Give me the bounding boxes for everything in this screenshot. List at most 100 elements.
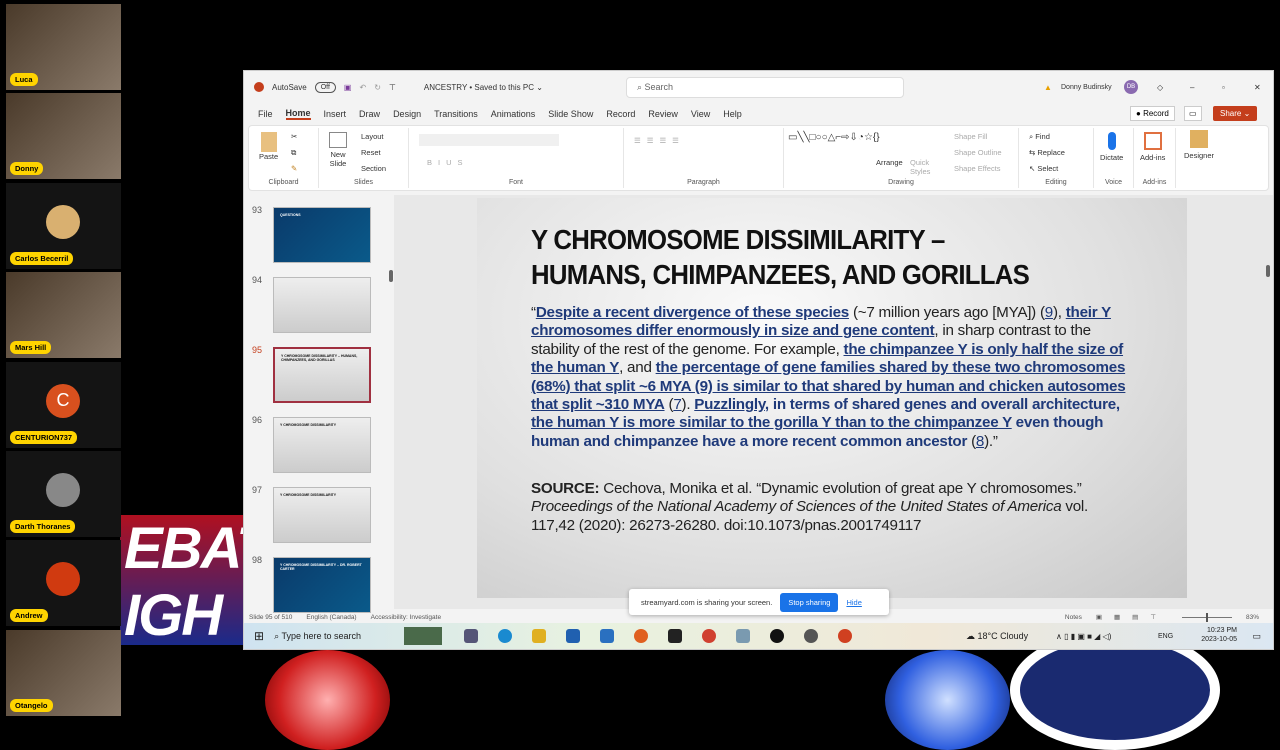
font-format-icons[interactable]: BIUS xyxy=(427,158,469,167)
participant-tile[interactable]: Andrew xyxy=(6,540,121,627)
participant-tile[interactable]: Darth Thoranes xyxy=(6,450,121,537)
save-icon[interactable]: ▣ xyxy=(344,83,352,92)
language-indicator[interactable]: English (Canada) xyxy=(306,614,356,621)
slide-thumbnail[interactable]: Y CHROMOSOME DISSIMILARITY xyxy=(273,487,371,543)
slide-thumbnail[interactable]: QUESTIONS xyxy=(273,207,371,263)
designer-button[interactable]: Designer xyxy=(1184,130,1214,160)
select-button[interactable]: ↖ Select xyxy=(1029,164,1058,173)
tab-design[interactable]: Design xyxy=(393,109,421,119)
record-button[interactable]: ● Record xyxy=(1130,106,1175,121)
format-painter-icon[interactable]: ✎ xyxy=(291,164,297,173)
quote-run[interactable]: 8 xyxy=(976,433,984,450)
font-name-dropdown[interactable] xyxy=(419,134,559,146)
thumbnail-scrollbar[interactable] xyxy=(389,270,393,282)
current-slide[interactable]: Y CHROMOSOME DISSIMILARITY – HUMANS, CHIM… xyxy=(477,198,1187,598)
shape-outline-button[interactable]: Shape Outline xyxy=(954,148,1002,157)
tray-icons[interactable]: ∧ ▯ ▮ ▣ ■ ◢ ◁) xyxy=(1056,632,1111,641)
slide-thumbnail[interactable] xyxy=(273,277,371,333)
tab-slide-show[interactable]: Slide Show xyxy=(548,109,593,119)
tab-file[interactable]: File xyxy=(258,109,273,119)
app-g-icon[interactable] xyxy=(770,629,785,643)
paste-button[interactable]: Paste xyxy=(259,132,278,161)
mail-icon[interactable] xyxy=(600,629,615,643)
hide-link[interactable]: Hide xyxy=(846,598,861,607)
document-title[interactable]: ANCESTRY • Saved to this PC ⌄ xyxy=(424,83,543,92)
reset-button[interactable]: Reset xyxy=(361,148,381,157)
settings-icon[interactable] xyxy=(804,629,819,643)
view-buttons[interactable]: ▣▦▤⊤ xyxy=(1096,613,1168,621)
tab-review[interactable]: Review xyxy=(648,109,678,119)
cut-icon[interactable]: ✂ xyxy=(291,132,297,141)
avatar[interactable]: DB xyxy=(1124,80,1138,94)
search-input[interactable]: ⌕ Search xyxy=(626,77,904,98)
tab-draw[interactable]: Draw xyxy=(359,109,380,119)
accessibility-indicator[interactable]: Accessibility: Investigate xyxy=(371,614,441,621)
shape-fill-button[interactable]: Shape Fill xyxy=(954,132,987,141)
file-explorer-icon[interactable] xyxy=(532,629,547,643)
task-view-icon[interactable] xyxy=(464,629,479,643)
dictate-button[interactable]: Dictate xyxy=(1100,132,1123,162)
user-name[interactable]: Donny Budinsky xyxy=(1061,84,1112,91)
arrange-button[interactable]: Arrange xyxy=(876,158,903,167)
taskbar-search[interactable]: ⌕ Type here to search xyxy=(274,631,404,642)
quote-run[interactable]: 7 xyxy=(673,396,681,413)
app-icon[interactable] xyxy=(736,629,751,643)
zoom-slider[interactable] xyxy=(1181,612,1232,622)
redo-icon[interactable]: ↻ xyxy=(374,83,381,92)
chrome-icon[interactable] xyxy=(702,629,717,643)
find-button[interactable]: ⌕ Find xyxy=(1029,132,1050,142)
addins-button[interactable]: Add-ins xyxy=(1140,132,1165,162)
layout-button[interactable]: Layout xyxy=(361,132,384,141)
quote-run: , and xyxy=(619,359,656,377)
edge-icon[interactable] xyxy=(498,629,513,643)
participant-tile[interactable]: Donny xyxy=(6,93,121,180)
comments-icon[interactable]: ▭ xyxy=(1184,106,1202,121)
notification-icon[interactable]: ▭ xyxy=(1252,631,1261,642)
close-icon[interactable]: ✕ xyxy=(1254,83,1261,92)
share-button[interactable]: Share ⌄ xyxy=(1213,106,1258,121)
shapes-gallery[interactable]: ▭╲╲□○○△⌐⇨⇩◔☆{} xyxy=(788,132,880,144)
tab-help[interactable]: Help xyxy=(723,109,742,119)
autosave-toggle[interactable]: Off xyxy=(314,81,336,93)
dropbox-icon[interactable] xyxy=(668,629,683,643)
widget-icon[interactable] xyxy=(404,627,443,645)
clock[interactable]: 10:23 PM 2023-10-05 xyxy=(1201,626,1237,644)
tab-record[interactable]: Record xyxy=(606,109,635,119)
background-banner: EBAT IGH xyxy=(120,515,272,648)
tab-insert[interactable]: Insert xyxy=(324,109,347,119)
quick-styles-button[interactable]: Quick Styles xyxy=(910,158,938,176)
copy-icon[interactable]: ⧉ xyxy=(291,148,296,158)
section-button[interactable]: Section xyxy=(361,164,386,173)
slide-thumbnail[interactable]: Y CHROMOSOME DISSIMILARITY xyxy=(273,417,371,473)
store-icon[interactable] xyxy=(566,629,581,643)
weather[interactable]: ☁ 18°C Cloudy xyxy=(966,631,1028,642)
undo-icon[interactable]: ↶ xyxy=(359,83,366,92)
slide-thumbnail[interactable]: Y CHROMOSOME DISSIMILARITY – HUMANS, CHI… xyxy=(273,347,371,403)
tab-animations[interactable]: Animations xyxy=(491,109,536,119)
present-icon[interactable]: ⊤ xyxy=(389,83,396,92)
tab-home[interactable]: Home xyxy=(285,108,311,120)
minimize-icon[interactable]: – xyxy=(1190,83,1194,92)
participant-tile[interactable]: Mars Hill xyxy=(6,272,121,359)
quote-run[interactable]: 9 xyxy=(1045,304,1053,321)
powerpoint-taskbar-icon[interactable] xyxy=(838,629,853,643)
zoom-level[interactable]: 83% xyxy=(1246,614,1259,621)
editor-scrollbar[interactable] xyxy=(1266,265,1270,277)
participant-tile[interactable]: Carlos Becerril xyxy=(6,182,121,269)
participant-tile[interactable]: C CENTURION737 xyxy=(6,361,121,448)
start-icon[interactable]: ⊞ xyxy=(254,629,264,643)
restore-icon[interactable]: ▫ xyxy=(1222,83,1225,92)
firefox-icon[interactable] xyxy=(634,629,649,643)
language-tray[interactable]: ENG xyxy=(1158,633,1173,640)
tab-view[interactable]: View xyxy=(691,109,710,119)
tab-transitions[interactable]: Transitions xyxy=(434,109,478,119)
replace-button[interactable]: ⇆ Replace xyxy=(1029,148,1065,157)
new-slide-button[interactable]: New Slide xyxy=(327,132,349,168)
notes-button[interactable]: Notes xyxy=(1065,614,1082,621)
paragraph-icons[interactable]: ☰☰☰☰ xyxy=(634,136,685,145)
diamond-icon[interactable]: ◇ xyxy=(1157,83,1163,92)
shape-effects-button[interactable]: Shape Effects xyxy=(954,164,1001,173)
participant-tile[interactable]: Otangelo xyxy=(6,629,121,716)
slide-thumbnail[interactable]: Y CHROMOSOME DISSIMILARITY – DR. ROBERT … xyxy=(273,557,371,613)
participant-tile[interactable]: Luca xyxy=(6,4,121,90)
